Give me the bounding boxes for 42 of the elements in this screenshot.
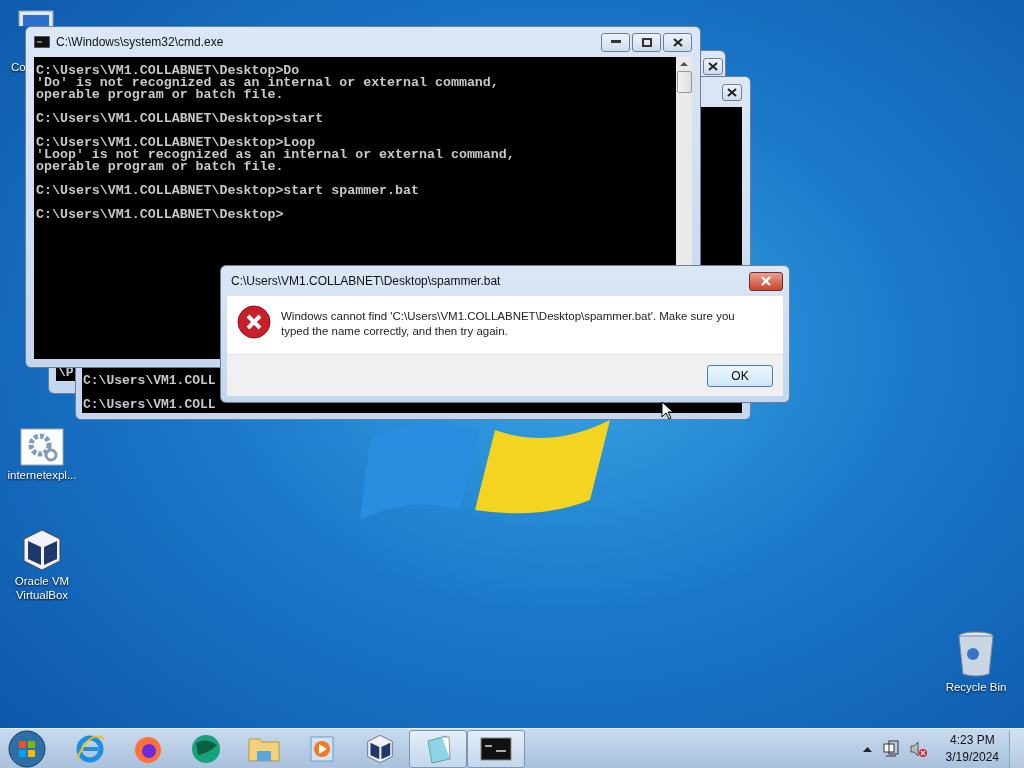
console-line: C:\Users\VM1.COLLABNET\Desktop>: [36, 209, 285, 221]
network-icon[interactable]: [881, 739, 900, 758]
console-line: C:\Users\VM1.COLL: [83, 399, 216, 411]
console-icon: [480, 736, 512, 761]
close-icon[interactable]: [722, 83, 742, 101]
desktop-icon-label[interactable]: Oracle VM VirtualBox: [4, 574, 80, 602]
desktop-icon-label[interactable]: internetexpl...: [4, 468, 80, 482]
speaker-muted-icon[interactable]: [909, 739, 928, 758]
desktop-icon-label[interactable]: Recycle Bin: [938, 680, 1014, 694]
close-icon[interactable]: [663, 32, 692, 52]
console-line: C:\Users\VM1.COLLABNET\Desktop>start spammer.bat: [36, 185, 420, 197]
maximize-icon[interactable]: [632, 32, 661, 52]
ok-button[interactable]: OK: [707, 364, 773, 387]
console-line: C:\Users\VM1.COLLABNET\Desktop>Loop: [36, 137, 316, 149]
error-message: Windows cannot find 'C:\Users\VM1.COLLABNET\Desktop\spammer.bat'. Make sure you typed the name correctly, and then try again.: [281, 309, 736, 339]
close-button[interactable]: [749, 271, 783, 291]
console-line: C:\Users\VM1.COLL: [83, 375, 216, 387]
start-button[interactable]: [7, 728, 47, 768]
up-arrow-icon[interactable]: [862, 745, 872, 752]
dialog-title: C:\Users\VM1.COLLABNET\Desktop\spammer.bat: [231, 274, 501, 288]
close-icon[interactable]: [703, 57, 723, 75]
cube-icon: [365, 732, 395, 765]
console-line: operable program or batch file.: [36, 161, 285, 173]
close-icon: [760, 276, 772, 286]
cube-icon[interactable]: [20, 528, 64, 572]
console-line: 'Loop' is not recognized as an internal or external command,: [36, 149, 516, 161]
window-title: C:\Windows\system32\cmd.exe: [56, 35, 224, 49]
error-icon: [237, 305, 271, 339]
clock-time[interactable]: 4:23 PM: [949, 731, 995, 749]
console-line: C:\Users\VM1.COLLABNET\Desktop>Do: [36, 65, 300, 77]
console-line: operable program or batch file.: [36, 89, 285, 101]
gear-icon[interactable]: [20, 428, 64, 466]
console-icon: [34, 36, 50, 48]
scroll-thumb[interactable]: [676, 71, 692, 93]
clock-date[interactable]: 3/19/2024: [945, 748, 999, 766]
taskbar-button[interactable]: [467, 729, 525, 768]
minimize-icon[interactable]: [601, 32, 630, 52]
console-line: 'Do' is not recognized as an internal or external command,: [36, 77, 500, 89]
recycle-bin-icon[interactable]: [956, 630, 996, 678]
globe-icon: [189, 732, 223, 765]
desktop-icon-label[interactable]: Co: [11, 60, 26, 74]
console-line: C:\Users\VM1.COLLABNET\Desktop>start: [36, 113, 325, 125]
